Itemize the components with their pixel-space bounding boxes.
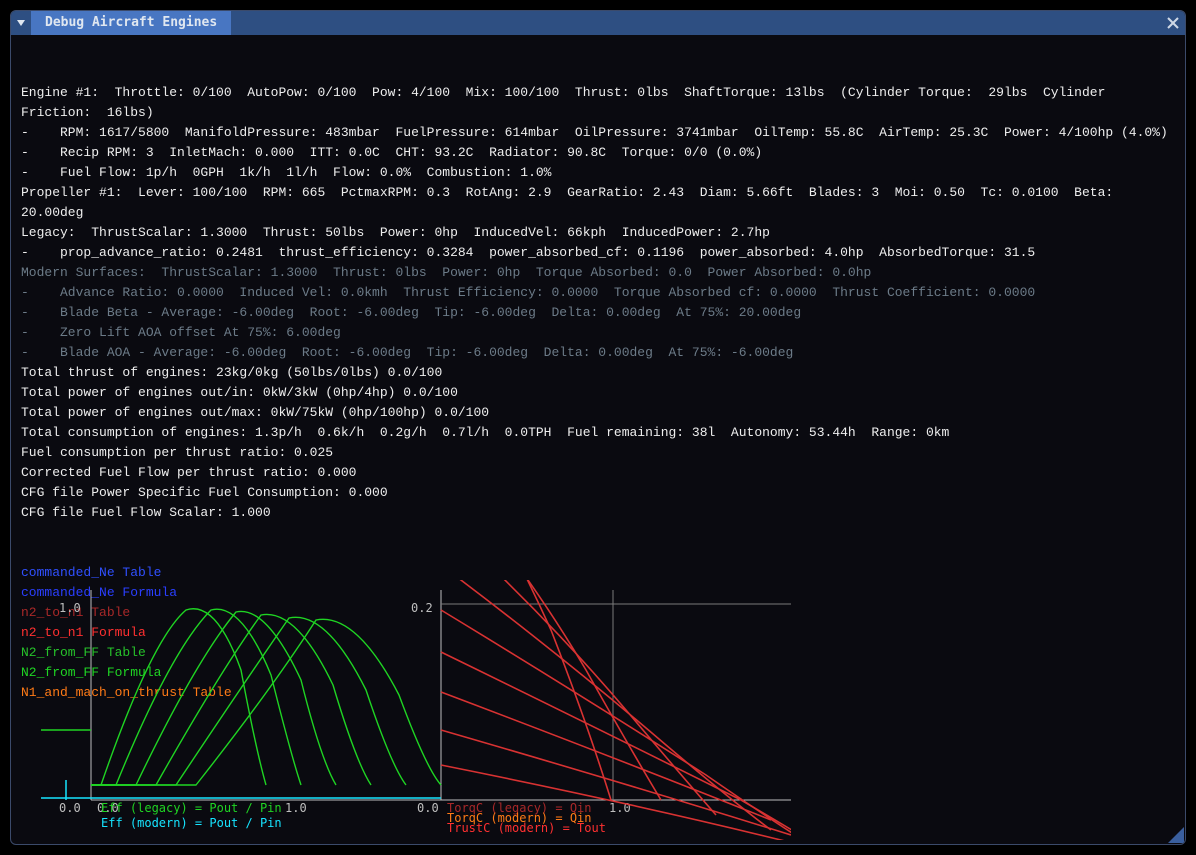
chart-area: 1.0 0.0 0.0 1.0 0.2 0.0 1.0 Eff (legacy)…: [41, 580, 791, 840]
debug-line-12: Total thrust of engines: 23kg/0kg (50lbs…: [21, 363, 1175, 383]
resize-grip-icon[interactable]: [1168, 827, 1184, 843]
close-button[interactable]: [1161, 11, 1185, 35]
debug-line-15: Total consumption of engines: 1.3p/h 0.6…: [21, 423, 1175, 443]
chart-svg: [41, 580, 791, 840]
window-title: Debug Aircraft Engines: [31, 11, 231, 35]
debug-line-3: - Fuel Flow: 1p/h 0GPH 1k/h 1l/h Flow: 0…: [21, 163, 1175, 183]
debug-line-16: Fuel consumption per thrust ratio: 0.025: [21, 443, 1175, 463]
debug-line-5: Legacy: ThrustScalar: 1.3000 Thrust: 50l…: [21, 223, 1175, 243]
debug-line-19: CFG file Fuel Flow Scalar: 1.000: [21, 503, 1175, 523]
debug-line-1: - RPM: 1617/5800 ManifoldPressure: 483mb…: [21, 123, 1175, 143]
debug-line-18: CFG file Power Specific Fuel Consumption…: [21, 483, 1175, 503]
debug-window: Debug Aircraft Engines Engine #1: Thrott…: [10, 10, 1186, 845]
collapse-icon[interactable]: [11, 11, 31, 35]
debug-line-14: Total power of engines out/max: 0kW/75kW…: [21, 403, 1175, 423]
debug-line-13: Total power of engines out/in: 0kW/3kW (…: [21, 383, 1175, 403]
debug-line-0: Engine #1: Throttle: 0/100 AutoPow: 0/10…: [21, 83, 1175, 123]
debug-line-10: - Zero Lift AOA offset At 75%: 6.00deg: [21, 323, 1175, 343]
debug-line-11: - Blade AOA - Average: -6.00deg Root: -6…: [21, 343, 1175, 363]
close-icon: [1167, 17, 1179, 29]
debug-content: Engine #1: Throttle: 0/100 AutoPow: 0/10…: [11, 35, 1185, 844]
debug-line-7: Modern Surfaces: ThrustScalar: 1.3000 Th…: [21, 263, 1175, 283]
debug-line-17: Corrected Fuel Flow per thrust ratio: 0.…: [21, 463, 1175, 483]
debug-line-4: Propeller #1: Lever: 100/100 RPM: 665 Pc…: [21, 183, 1175, 223]
debug-line-9: - Blade Beta - Average: -6.00deg Root: -…: [21, 303, 1175, 323]
titlebar[interactable]: Debug Aircraft Engines: [11, 11, 1185, 35]
debug-line-2: - Recip RPM: 3 InletMach: 0.000 ITT: 0.0…: [21, 143, 1175, 163]
debug-line-6: - prop_advance_ratio: 0.2481 thrust_effi…: [21, 243, 1175, 263]
debug-line-8: - Advance Ratio: 0.0000 Induced Vel: 0.0…: [21, 283, 1175, 303]
